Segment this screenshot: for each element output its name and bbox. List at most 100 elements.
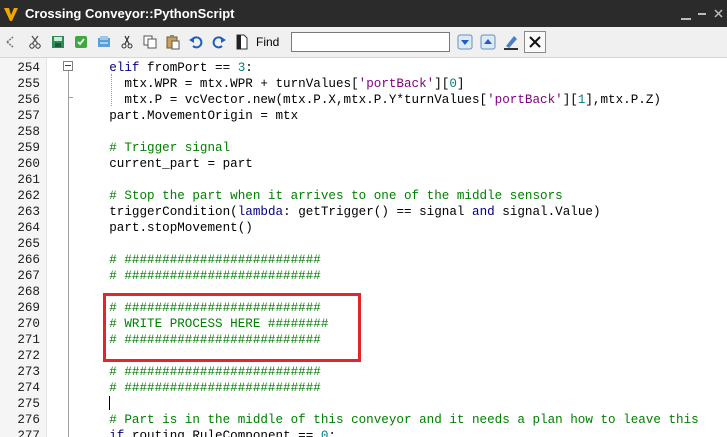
line-number: 265 [17, 237, 40, 251]
code-text: # ########################## [79, 252, 321, 268]
line-number: 261 [17, 173, 40, 187]
code-line[interactable]: 262 # Stop the part when it arrives to o… [0, 188, 727, 204]
code-token: elif [109, 61, 140, 75]
window-title: Crossing Conveyor::PythonScript [25, 6, 235, 21]
code-token: triggerCondition( [79, 205, 238, 219]
code-token: # ########################## [79, 365, 321, 379]
code-line[interactable]: 264 part.stopMovement() [0, 220, 727, 236]
code-line[interactable]: 259 # Trigger signal [0, 140, 727, 156]
code-text: triggerCondition(lambda: getTrigger() ==… [79, 204, 600, 220]
title-bar: Crossing Conveyor::PythonScript [0, 0, 727, 27]
code-editor[interactable]: 254 elif fromPort == 3: 255 mtx.WPR = mtx… [0, 58, 727, 437]
document-icon[interactable] [232, 32, 252, 52]
clear-icon[interactable] [524, 31, 547, 53]
code-token: 'portBack' [358, 77, 435, 91]
code-token: mtx.P = vcVector.new(mtx.P.X,mtx.P.Y*tur… [79, 93, 488, 107]
code-line[interactable]: 260 current_part = part [0, 156, 727, 172]
fold-guide-line [68, 71, 69, 97]
export-icon[interactable] [94, 32, 114, 52]
code-token: # ########################## [79, 253, 321, 267]
code-token: routing_RuleComponent == [124, 429, 321, 437]
line-number: 266 [17, 253, 40, 267]
line-number: 260 [17, 157, 40, 171]
code-text: part.MovementOrigin = mtx [79, 108, 298, 124]
code-token: # ########################## [79, 381, 321, 395]
line-number: 257 [17, 109, 40, 123]
line-number: 263 [17, 205, 40, 219]
app-logo-icon [1, 4, 21, 24]
code-token: lambda [237, 205, 284, 219]
code-line[interactable]: 257 part.MovementOrigin = mtx [0, 108, 727, 124]
code-line[interactable]: 261 [0, 172, 727, 188]
line-number: 267 [17, 269, 40, 283]
line-number: 256 [17, 93, 40, 107]
code-line[interactable]: 273 # ########################## [0, 364, 727, 380]
code-line[interactable]: 274 # ########################## [0, 380, 727, 396]
code-line[interactable]: 254 elif fromPort == 3: [0, 60, 727, 76]
find-previous-icon[interactable] [478, 32, 498, 52]
compile-icon[interactable] [71, 32, 91, 52]
line-number: 255 [17, 77, 40, 91]
text-cursor [109, 396, 110, 410]
code-line[interactable]: 276 # Part is in the middle of this conv… [0, 412, 727, 428]
line-number: 274 [17, 381, 40, 395]
line-number: 258 [17, 125, 40, 139]
close-icon[interactable] [714, 9, 723, 18]
code-line[interactable]: 267 # ########################## [0, 268, 727, 284]
undo-icon[interactable] [186, 32, 206, 52]
code-token: 0 [449, 77, 457, 91]
fold-guide-line [68, 98, 69, 437]
code-text: # Stop the part when it arrives to one o… [79, 188, 563, 204]
line-number: 262 [17, 189, 40, 203]
line-number: 272 [17, 349, 40, 363]
code-token: # Stop the part when it arrives to one o… [79, 189, 563, 203]
code-text: mtx.WPR = mtx.WPR + turnValues['portBack… [79, 76, 464, 92]
copy-icon[interactable] [140, 32, 160, 52]
code-token: : [245, 61, 253, 75]
line-number: 271 [17, 333, 40, 347]
underline-icon[interactable] [680, 8, 691, 20]
line-number: 273 [17, 365, 40, 379]
code-token: 'portBack' [487, 93, 563, 107]
code-token: : [328, 429, 336, 437]
code-token: part.stopMovement() [79, 221, 253, 235]
code-token: ][ [434, 77, 450, 91]
redo-icon[interactable] [209, 32, 229, 52]
code-text: mtx.P = vcVector.new(mtx.P.X,mtx.P.Y*tur… [79, 92, 661, 108]
code-text: # ########################## [79, 364, 321, 380]
code-token: and [472, 205, 495, 219]
paste-icon[interactable] [163, 32, 183, 52]
cut-icon[interactable] [117, 32, 137, 52]
code-token: if [109, 429, 125, 437]
code-token: part.MovementOrigin = mtx [79, 109, 299, 123]
back-icon[interactable] [2, 32, 22, 52]
code-line[interactable]: 255 mtx.WPR = mtx.WPR + turnValues['port… [0, 76, 727, 92]
code-token: ],mtx.P.Z) [585, 93, 661, 107]
toolbar: Find [0, 27, 727, 58]
line-number: 275 [17, 397, 40, 411]
cut-scissors-icon[interactable] [25, 32, 45, 52]
code-token: mtx.WPR = mtx.WPR + turnValues[ [79, 77, 359, 91]
code-text: # ########################## [79, 268, 321, 284]
minimize-icon[interactable] [698, 12, 707, 15]
line-number: 259 [17, 141, 40, 155]
code-line[interactable]: 256 mtx.P = vcVector.new(mtx.P.X,mtx.P.Y… [0, 92, 727, 108]
indent-guide [111, 74, 112, 106]
find-input[interactable] [291, 32, 451, 52]
code-line[interactable]: 265 [0, 236, 727, 252]
code-text: # ########################## [79, 380, 321, 396]
code-line[interactable]: 263 triggerCondition(lambda: getTrigger(… [0, 204, 727, 220]
highlight-icon[interactable] [501, 32, 521, 52]
code-line[interactable]: 277 if routing_RuleComponent == 0: [0, 428, 727, 437]
code-text: current_part = part [79, 156, 253, 172]
find-label: Find [256, 35, 280, 49]
find-next-icon[interactable] [455, 32, 475, 52]
code-line[interactable]: 266 # ########################## [0, 252, 727, 268]
code-line[interactable]: 258 [0, 124, 727, 140]
line-number: 277 [17, 429, 40, 437]
code-text: part.stopMovement() [79, 220, 253, 236]
window-controls [677, 0, 727, 27]
fold-collapse-icon[interactable] [63, 61, 73, 71]
save-icon[interactable] [48, 32, 68, 52]
